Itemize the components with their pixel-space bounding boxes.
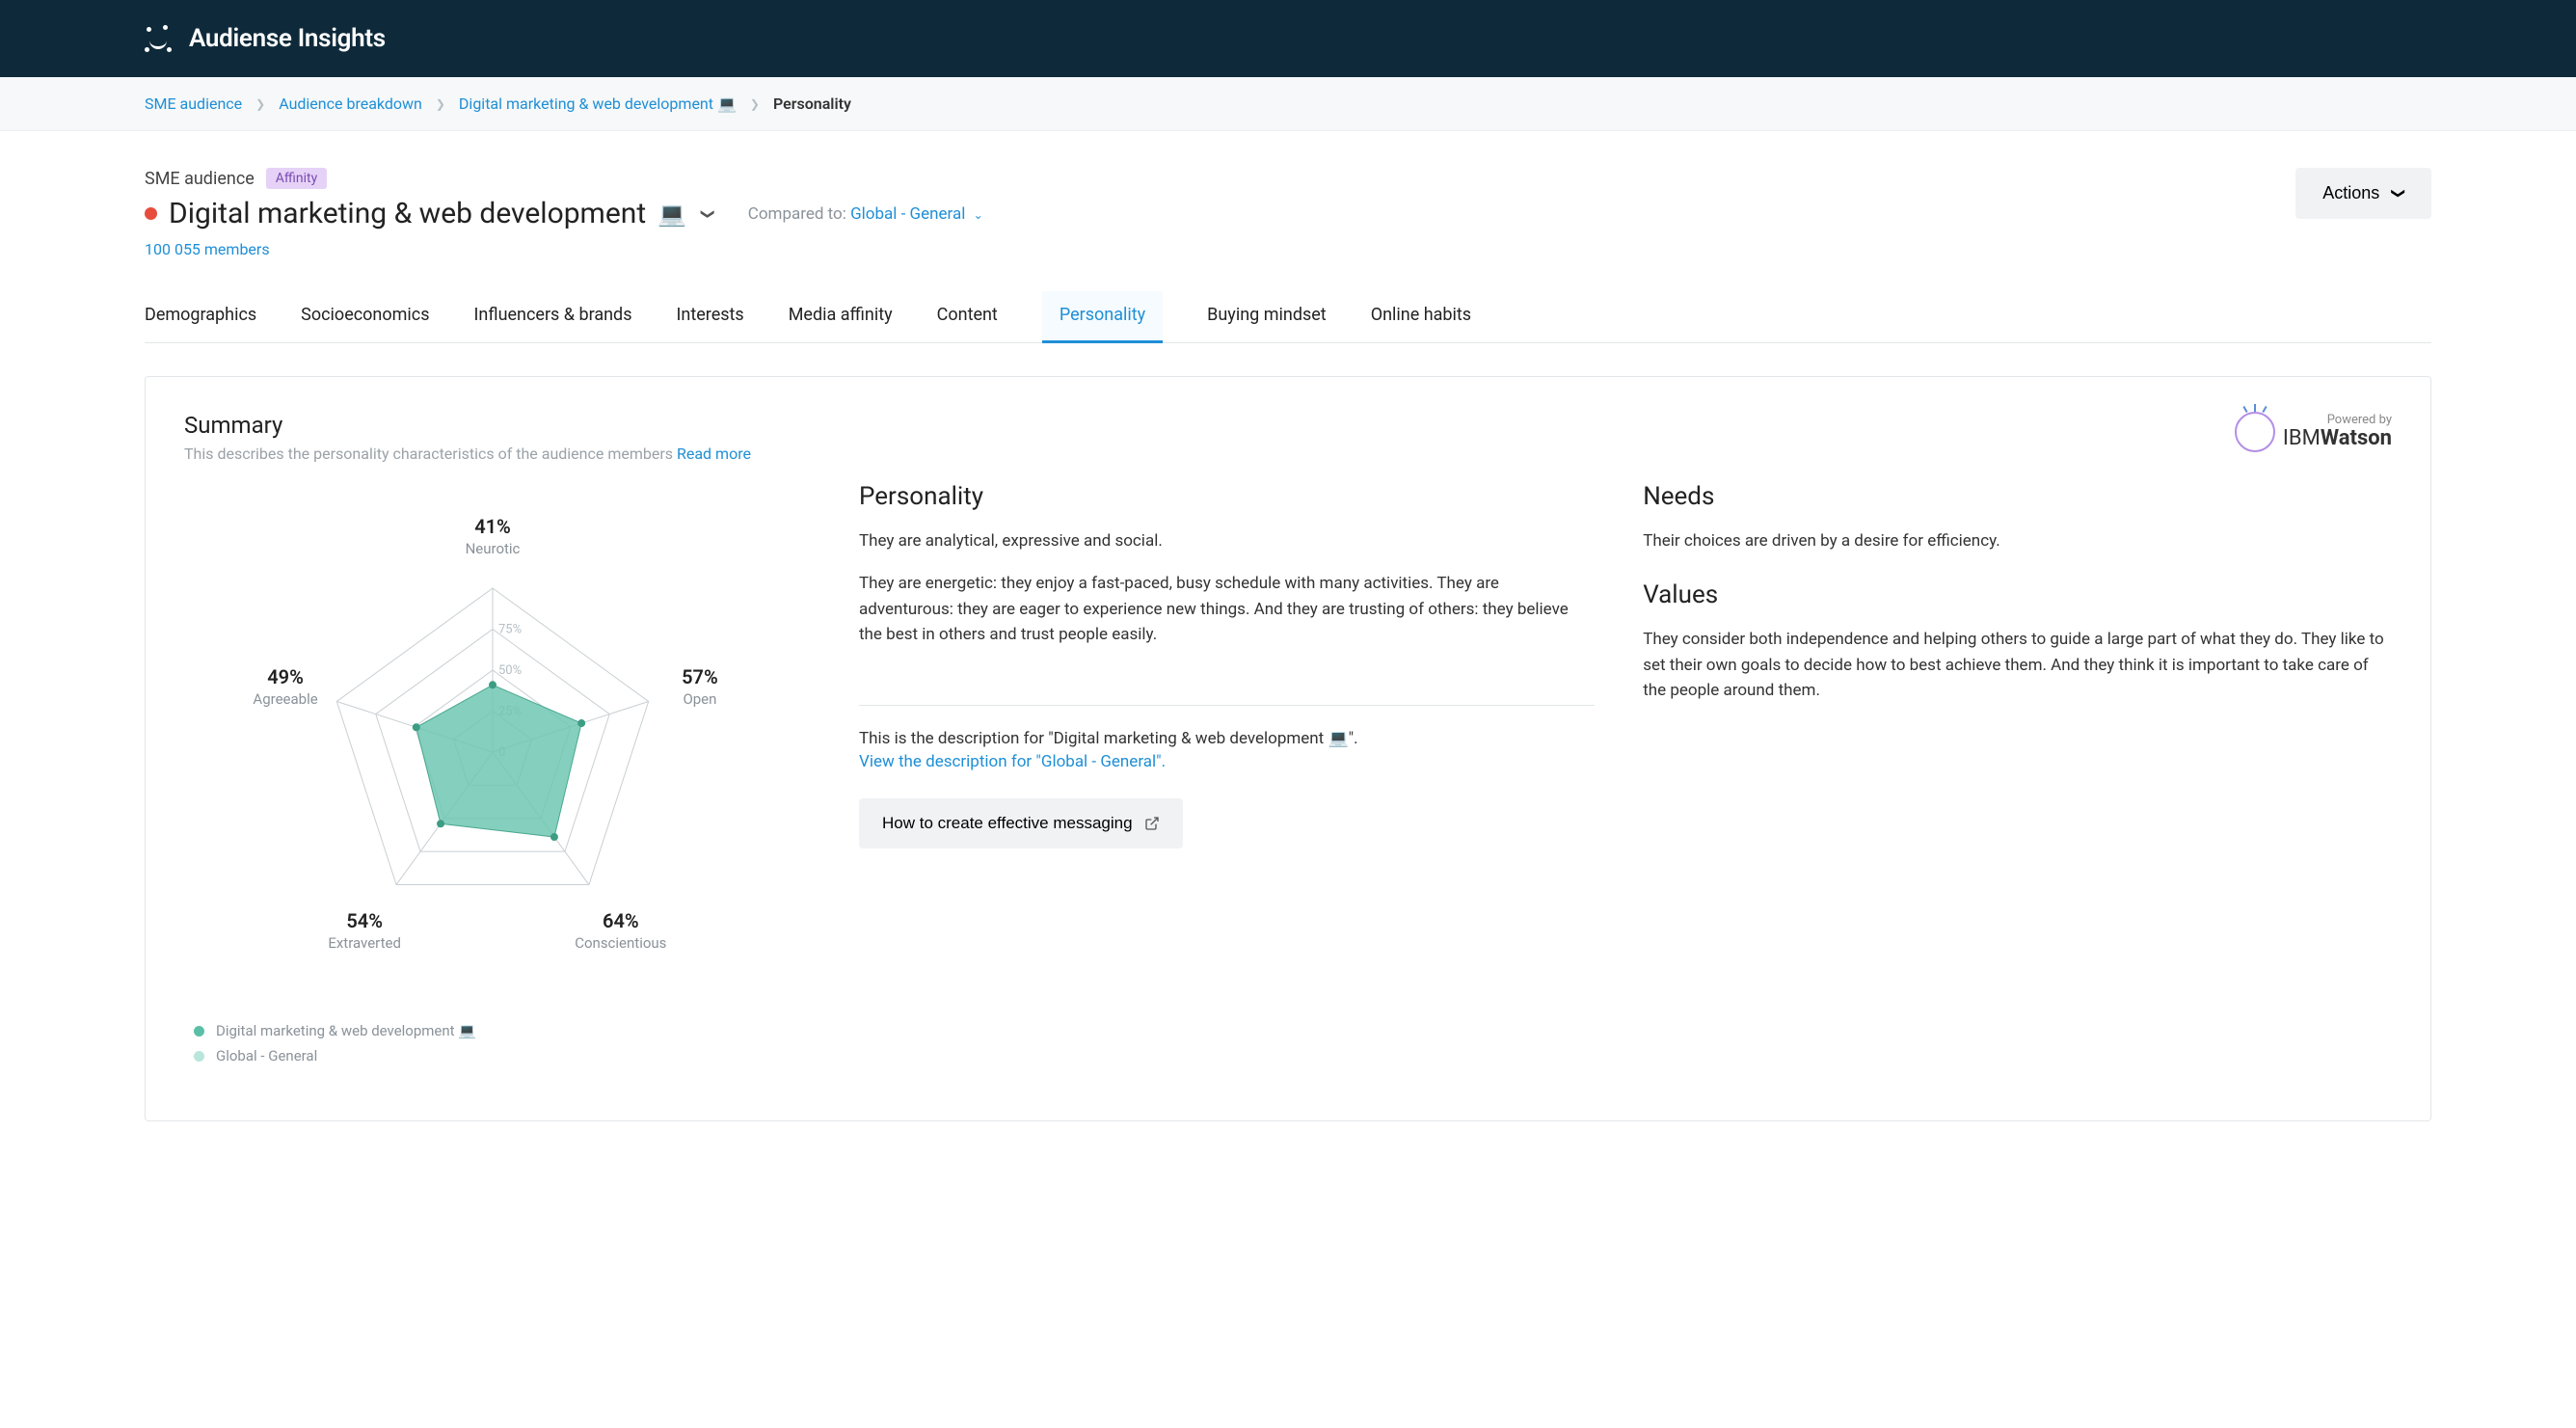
read-more-link[interactable]: Read more [677,445,751,463]
personality-p1: They are analytical, expressive and soci… [859,528,1595,553]
tab-socioeconomics[interactable]: Socioeconomics [301,291,429,342]
breadcrumb-item-2[interactable]: Digital marketing & web development 💻 [459,94,737,113]
compared-to-dropdown[interactable]: Global - General ⌄ [850,204,983,224]
audiense-logo-icon [145,25,172,52]
chevron-right-icon: ❯ [750,97,760,111]
watson-badge: Powered by IBMWatson [2235,412,2392,452]
affinity-badge: Affinity [266,168,327,189]
breadcrumb: SME audience ❯ Audience breakdown ❯ Digi… [0,77,2576,131]
personality-heading: Personality [859,482,1595,511]
radar-axis-conscientious: 64%Conscientious [563,909,679,952]
audience-name: SME audience [145,169,255,189]
external-link-icon [1144,816,1160,831]
description-note: This is the description for "Digital mar… [859,729,1595,748]
tab-buying-mindset[interactable]: Buying mindset [1207,291,1327,342]
tab-content[interactable]: Content [937,291,998,342]
legend-item: Global - General [194,1047,801,1064]
summary-card: Summary This describes the personality c… [145,376,2431,1121]
tab-interests[interactable]: Interests [677,291,744,342]
app-name: Audiense Insights [189,24,386,53]
tabs: Demographics Socioeconomics Influencers & … [145,291,2431,343]
breadcrumb-item-0[interactable]: SME audience [145,94,242,113]
divider [859,705,1595,706]
tab-influencers-brands[interactable]: Influencers & brands [474,291,632,342]
segment-title: Digital marketing & web development [169,197,646,230]
members-count[interactable]: 100 055 members [145,240,983,258]
breadcrumb-item-1[interactable]: Audience breakdown [279,94,422,113]
needs-heading: Needs [1643,482,2392,511]
radar-axis-neurotic: 41%Neurotic [435,515,550,557]
tab-demographics[interactable]: Demographics [145,291,256,342]
summary-subtitle: This describes the personality character… [184,445,751,463]
svg-text:50%: 50% [498,663,522,678]
needs-p1: Their choices are driven by a desire for… [1643,528,2392,553]
compared-to: Compared to: Global - General ⌄ [748,204,983,224]
radar-chart: 25%50%75%0 41%Neurotic57%Open64%Conscien… [223,482,763,983]
values-heading: Values [1643,580,2392,609]
top-bar: Audiense Insights [0,0,2576,77]
chevron-right-icon: ❯ [255,97,265,111]
radar-axis-open: 57%Open [642,665,758,708]
legend-item: Digital marketing & web development 💻 [194,1022,801,1039]
radar-axis-extraverted: 54%Extraverted [307,909,422,952]
logo[interactable]: Audiense Insights [145,24,386,53]
segment-dropdown[interactable]: ❯ [700,208,715,220]
chart-legend: Digital marketing & web development 💻 Glo… [194,1022,801,1064]
personality-p2: They are energetic: they enjoy a fast-pa… [859,571,1595,647]
breadcrumb-current: Personality [773,94,851,113]
howto-button[interactable]: How to create effective messaging [859,798,1183,849]
radar-axis-agreeable: 49%Agreeable [228,665,343,708]
tab-personality[interactable]: Personality [1042,291,1163,342]
chevron-down-icon: ❯ [2391,188,2407,200]
values-p1: They consider both independence and help… [1643,627,2392,703]
svg-text:75%: 75% [498,623,522,637]
chevron-right-icon: ❯ [436,97,445,111]
tab-online-habits[interactable]: Online habits [1371,291,1471,342]
view-description-link[interactable]: View the description for "Global - Gener… [859,752,1595,771]
actions-button[interactable]: Actions ❯ [2295,168,2431,219]
tab-media-affinity[interactable]: Media affinity [789,291,893,342]
segment-color-dot [145,207,157,220]
summary-title: Summary [184,412,751,439]
laptop-icon: 💻 [657,201,686,228]
watson-icon [2235,412,2275,452]
